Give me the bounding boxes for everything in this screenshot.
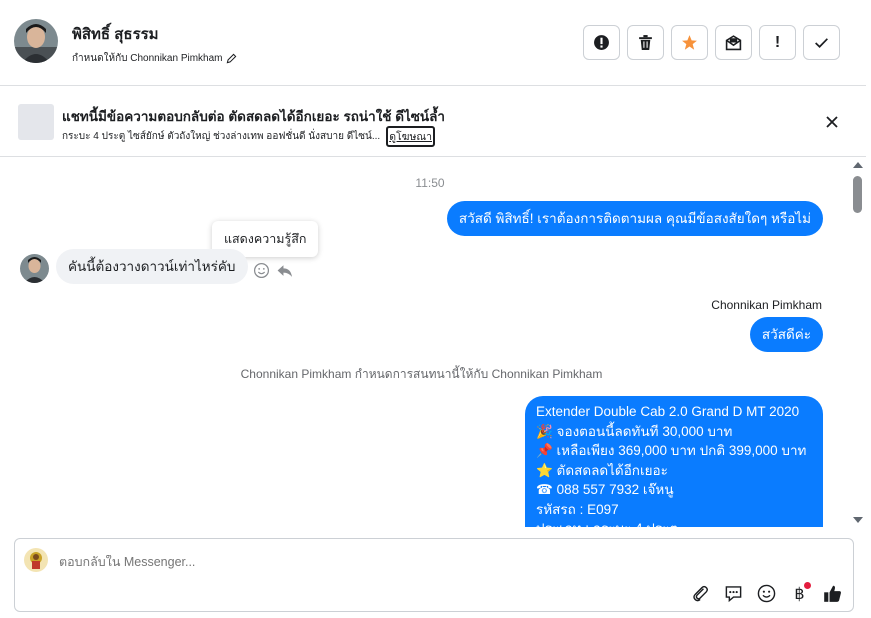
envelope-icon	[725, 35, 742, 51]
conversation-actions: !	[583, 25, 840, 60]
outgoing-message[interactable]: สวัสดีค่ะ	[749, 317, 823, 352]
close-banner-button[interactable]	[822, 112, 842, 132]
pencil-icon[interactable]	[226, 53, 237, 64]
thread-scrollbar[interactable]	[850, 158, 866, 527]
scroll-down-arrow[interactable]	[853, 517, 863, 523]
assignee-label: กำหนดให้กับ Chonnikan Pimkham	[72, 53, 223, 64]
trash-icon	[639, 35, 652, 50]
outgoing-message[interactable]: สวัสดี พิสิทธิ์! เราต้องการติดตามผล คุณม…	[446, 201, 823, 236]
attach-icon	[693, 585, 708, 602]
attach-button[interactable]	[690, 583, 711, 604]
like-button[interactable]	[822, 583, 843, 604]
scroll-thumb[interactable]	[853, 176, 862, 213]
ad-description-row: กระบะ 4 ประตู ไซส์ยักษ์ ตัวถังใหญ่ ช่วงล…	[62, 126, 436, 147]
baht-icon: ฿	[794, 585, 805, 603]
outgoing-message-listing[interactable]: Extender Double Cab 2.0 Grand D MT 2020 …	[525, 396, 823, 527]
message-thread[interactable]: 11:50 สวัสดี พิสิทธิ์! เราต้องการติดตามผ…	[0, 158, 850, 527]
ad-description: กระบะ 4 ประตู ไซส์ยักษ์ ตัวถังใหญ่ ช่วงล…	[62, 131, 381, 142]
sender-name: Chonnikan Pimkham	[711, 298, 822, 312]
listing-line: 🎉 จองตอนนี้ลดทันที 30,000 บาท	[536, 423, 733, 439]
spam-button[interactable]	[583, 25, 620, 60]
contact-avatar-small	[20, 254, 49, 283]
close-icon	[826, 116, 838, 128]
conversation-header: พิสิทธิ์ สุธรรม กำหนดให้กับ Chonnikan Pi…	[0, 0, 866, 86]
like-icon	[824, 585, 841, 602]
notification-dot	[804, 582, 811, 589]
alert-circle-icon	[594, 35, 609, 50]
message-timestamp: 11:50	[415, 176, 445, 190]
listing-line: ประเภท : กระบะ 4 ประตู	[536, 519, 812, 527]
saved-reply-button[interactable]	[723, 583, 744, 604]
emoji-icon	[757, 584, 776, 603]
listing-line: ⭐ ตัดสดลดได้อีกเยอะ	[536, 462, 668, 478]
view-ad-link[interactable]: ดูโฆษณา	[386, 126, 436, 147]
react-icon[interactable]	[253, 262, 270, 279]
delete-button[interactable]	[627, 25, 664, 60]
follow-up-button[interactable]: !	[759, 25, 796, 60]
listing-line: Extender Double Cab 2.0 Grand D MT 2020	[536, 404, 800, 419]
star-button[interactable]	[671, 25, 708, 60]
ad-title: แชทนี้มีข้อความตอบกลับต่อ ตัดสดลดได้อีกเ…	[62, 109, 445, 124]
check-icon	[815, 38, 828, 48]
contact-avatar[interactable]	[14, 19, 58, 63]
composer-tools: ฿	[690, 582, 843, 604]
assignee-row[interactable]: กำหนดให้กับ Chonnikan Pimkham	[72, 51, 237, 66]
emoji-button[interactable]	[756, 583, 777, 604]
reply-input[interactable]	[59, 555, 659, 569]
payment-button[interactable]: ฿	[789, 582, 811, 604]
listing-line: ☎ 088 557 7932 เจ๊หนู	[536, 482, 674, 497]
listing-line: รหัสรถ : E097	[536, 501, 619, 517]
reply-icon[interactable]	[276, 262, 293, 279]
contact-name[interactable]: พิสิทธิ์ สุธรรม	[72, 22, 159, 46]
page-avatar	[24, 548, 48, 572]
system-assignment-note: Chonnikan Pimkham กำหนดการสนทนานี้ให้กับ…	[240, 367, 603, 381]
ad-context-banner: แชทนี้มีข้อความตอบกลับต่อ ตัดสดลดได้อีกเ…	[0, 87, 866, 157]
saved-reply-icon	[725, 586, 742, 603]
reply-composer: ฿	[14, 538, 854, 612]
incoming-message[interactable]: คันนี้ต้องวางดาวน์เท่าไหร่คับ	[56, 249, 248, 284]
ad-thumbnail	[18, 104, 54, 140]
listing-line: 📌 เหลือเพียง 369,000 บาท ปกติ 399,000 บา…	[536, 443, 807, 458]
star-icon	[682, 35, 697, 50]
scroll-up-arrow[interactable]	[853, 162, 863, 168]
follow-up-label: !	[774, 33, 781, 51]
mark-unread-button[interactable]	[715, 25, 752, 60]
done-button[interactable]	[803, 25, 840, 60]
